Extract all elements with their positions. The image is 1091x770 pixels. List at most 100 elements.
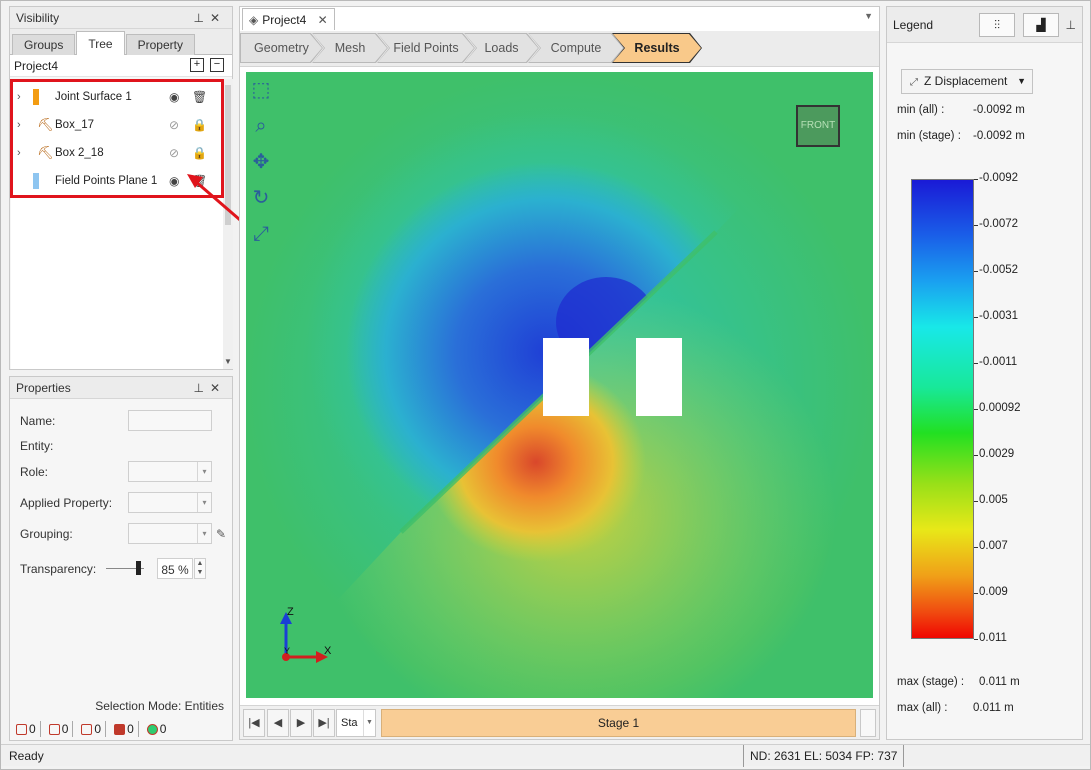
stage-bar[interactable]: Stage 1 xyxy=(381,709,856,737)
scale-tick-label: -0.0092 xyxy=(979,172,1019,184)
z-axis-label: Z xyxy=(287,606,294,618)
selection-mode: Selection Mode: Entities xyxy=(95,699,224,713)
vertex-icon xyxy=(16,723,27,735)
name-field[interactable] xyxy=(128,410,212,431)
scale-tick-mark xyxy=(974,409,978,410)
color-scale-bar xyxy=(911,179,974,639)
scale-tick-mark xyxy=(974,225,978,226)
pin-icon[interactable]: ⊥ xyxy=(193,11,209,25)
project-row[interactable]: Project4 + − xyxy=(10,55,232,77)
project-name: Project4 xyxy=(14,59,59,73)
name-row: Name: xyxy=(20,410,220,432)
tree-item-label: Field Points Plane 1 xyxy=(55,175,158,187)
color-swatch xyxy=(33,89,39,105)
tree-item-label: Joint Surface 1 xyxy=(55,91,132,103)
chevron-right-icon[interactable]: › xyxy=(17,139,21,167)
tree-item-box-17[interactable]: › ⛏ Box_17 ⊘ 🔒 xyxy=(11,111,223,139)
chart-icon[interactable]: ▟ xyxy=(1023,13,1059,37)
scale-tick-label: 0.009 xyxy=(979,586,1008,598)
tree-item-label: Box 2_18 xyxy=(55,147,104,159)
next-stage-icon[interactable]: ▶ xyxy=(290,709,312,737)
y-axis-label: Y xyxy=(284,646,290,656)
chevron-down-icon[interactable]: ▼ xyxy=(363,710,375,736)
grouping-select[interactable]: ▾ xyxy=(128,523,212,544)
scale-tick-mark xyxy=(974,179,978,180)
stage-select[interactable]: Sta ▼ xyxy=(336,709,376,737)
result-type-dropdown[interactable]: ⤢ Z Displacement ▼ xyxy=(901,69,1033,94)
count-faces: 0 xyxy=(77,721,107,737)
tree-item-joint-surface[interactable]: › Joint Surface 1 ◉ 🗑 xyxy=(11,83,223,111)
stage-bar-end[interactable] xyxy=(860,709,876,737)
grouping-row: Grouping: ▾ ✎ xyxy=(20,523,226,545)
trash-icon[interactable]: 🗑 xyxy=(192,83,207,111)
first-stage-icon[interactable]: |◀ xyxy=(243,709,265,737)
zoom-window-icon[interactable]: ⬚ xyxy=(248,77,274,103)
scale-tick-mark xyxy=(974,455,978,456)
point-icon xyxy=(146,723,158,735)
pin-icon[interactable]: ⊥ xyxy=(193,381,209,395)
chevron-down-icon: ▼ xyxy=(1017,76,1026,86)
view-cube[interactable]: FRONT xyxy=(796,105,840,147)
step-loads[interactable]: Loads xyxy=(465,34,538,62)
properties-panel: Properties ⊥✕ Name: Entity: Role: ▾ Appl… xyxy=(9,376,233,741)
eye-icon[interactable]: ◉ xyxy=(169,167,179,195)
step-mesh[interactable]: Mesh xyxy=(313,34,387,62)
scale-tick-mark xyxy=(974,271,978,272)
applied-property-select[interactable]: ▾ xyxy=(128,492,212,513)
rotate-icon[interactable]: ↻ xyxy=(248,185,274,211)
collapse-all-icon[interactable]: − xyxy=(210,58,224,72)
close-icon[interactable]: ✕ xyxy=(318,13,328,27)
document-tab[interactable]: ◈ Project4 ✕ xyxy=(242,8,335,30)
scale-tick-label: -0.0031 xyxy=(979,310,1019,322)
chevron-right-icon[interactable]: › xyxy=(17,111,21,139)
tab-tree[interactable]: Tree xyxy=(76,31,125,55)
step-results[interactable]: Results xyxy=(613,34,701,62)
legend-settings-icon[interactable]: ⫶⫶ xyxy=(979,13,1015,37)
tab-groups[interactable]: Groups xyxy=(12,34,76,55)
pencil-icon[interactable]: ✎ xyxy=(216,523,226,545)
transparency-stepper[interactable]: ▲ ▼ xyxy=(194,558,206,579)
last-stage-icon[interactable]: ▶| xyxy=(313,709,335,737)
close-icon[interactable]: ✕ xyxy=(210,11,226,25)
scale-tick-mark xyxy=(974,639,978,640)
eye-hidden-icon[interactable]: ⊘ xyxy=(169,139,179,167)
chevron-down-icon[interactable]: ▼ xyxy=(224,357,232,366)
applied-property-row: Applied Property: ▾ xyxy=(20,492,220,514)
displacement-contour-plot: Z X Y xyxy=(246,72,873,698)
visibility-panel-title: Visibility ⊥✕ xyxy=(10,7,232,29)
tab-property[interactable]: Property xyxy=(125,34,195,55)
role-select[interactable]: ▾ xyxy=(128,461,212,482)
zoom-icon[interactable]: ⌕ xyxy=(248,113,274,139)
chevron-down-icon[interactable]: ▾ xyxy=(197,524,211,543)
add-group-icon[interactable]: + xyxy=(190,58,204,72)
workflow-bar: Geometry Mesh Field Points Loads Compute… xyxy=(240,31,879,67)
step-field-points[interactable]: Field Points xyxy=(378,34,474,62)
eye-icon[interactable]: ◉ xyxy=(169,83,179,111)
chevron-down-icon[interactable]: ▾ xyxy=(197,493,211,512)
chevron-down-icon[interactable]: ▼ xyxy=(864,11,873,21)
close-icon[interactable]: ✕ xyxy=(210,381,226,395)
count-edges: 0 xyxy=(45,721,74,737)
step-geometry[interactable]: Geometry xyxy=(241,34,322,62)
chevron-right-icon[interactable]: › xyxy=(17,83,21,111)
prev-stage-icon[interactable]: ◀ xyxy=(267,709,289,737)
status-text: Ready xyxy=(9,749,44,763)
lock-icon[interactable]: 🔒 xyxy=(192,111,207,139)
step-compute[interactable]: Compute xyxy=(529,34,623,62)
selection-counts: 0 0 0 0 0 xyxy=(12,721,170,737)
scale-tick-mark xyxy=(974,501,978,502)
count-solids: 0 xyxy=(110,721,139,737)
chevron-down-icon[interactable]: ▾ xyxy=(197,462,211,481)
legend-panel: Legend ⫶⫶ ▟ ⊥ ⤢ Z Displacement ▼ min (all… xyxy=(886,6,1083,740)
zoom-extents-icon[interactable]: ⤢ xyxy=(248,221,274,247)
results-viewport[interactable]: Z X Y ⬚ ⌕ ✥ ↻ ⤢ FRONT xyxy=(246,72,873,698)
scale-tick-label: 0.011 xyxy=(979,632,1007,644)
pan-icon[interactable]: ✥ xyxy=(248,149,274,175)
slider-handle[interactable] xyxy=(136,561,141,575)
transparency-input[interactable]: 85 % xyxy=(157,558,193,579)
scale-tick-label: 0.0029 xyxy=(979,448,1015,460)
tree-item-label: Box_17 xyxy=(55,119,95,131)
project-icon: ◈ xyxy=(249,13,259,27)
eye-hidden-icon[interactable]: ⊘ xyxy=(169,111,179,139)
pin-icon[interactable]: ⊥ xyxy=(1066,7,1076,43)
